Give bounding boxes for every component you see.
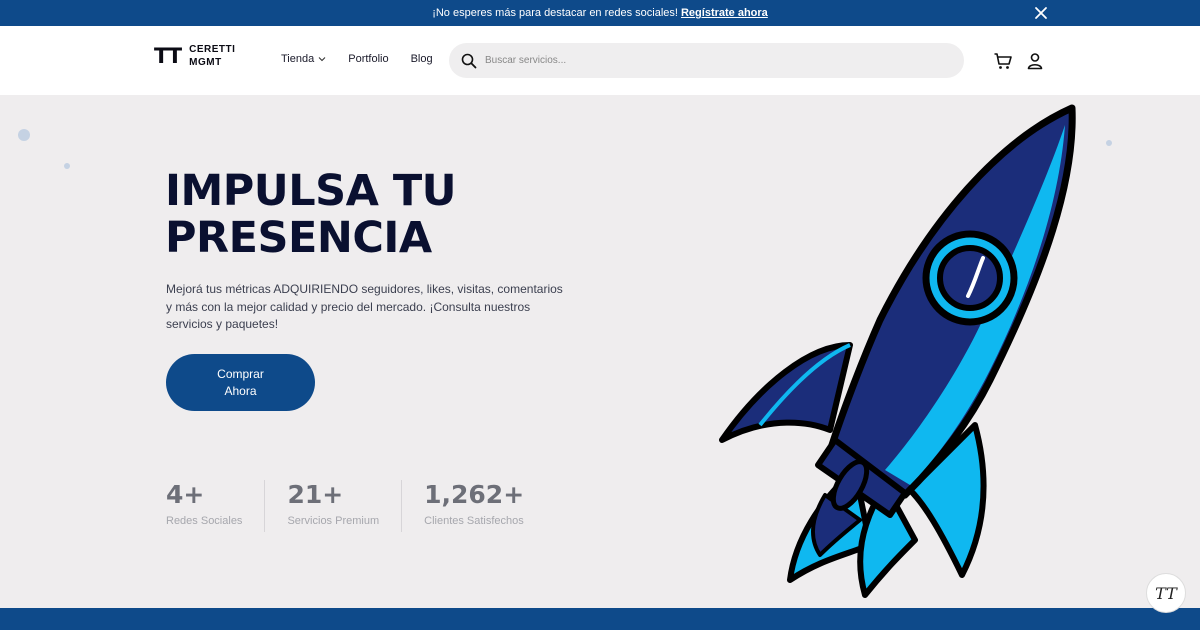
stat-item: 4+ Redes Sociales <box>166 480 266 532</box>
nav-item-tienda[interactable]: Tienda <box>281 53 326 65</box>
main-nav: Tienda Portfolio Blog <box>281 53 433 65</box>
hero-description: Mejorá tus métricas ADQUIRIENDO seguidor… <box>166 282 563 331</box>
announcement-text: ¡No esperes más para destacar en redes s… <box>432 7 678 19</box>
brand-badge[interactable]: TT <box>1146 573 1186 613</box>
stat-value: 4+ <box>166 480 205 509</box>
rocket-illustration <box>719 104 1076 598</box>
hero-title-line1: IMPULSA TU <box>165 166 457 216</box>
logo-line1: CERETTI <box>189 44 236 55</box>
close-icon[interactable] <box>1032 4 1050 22</box>
hero-title: IMPULSA TU PRESENCIA <box>165 166 457 263</box>
stat-label: Servicios Premium <box>287 515 380 527</box>
nav-label-portfolio: Portfolio <box>348 53 389 65</box>
register-link[interactable]: Regístrate ahora <box>681 7 768 19</box>
buy-now-button[interactable]: Comprar Ahora <box>166 354 315 411</box>
search-input[interactable] <box>485 55 925 66</box>
decorative-dot <box>18 129 30 141</box>
cta-line2: Ahora <box>224 383 257 398</box>
logo-text: CERETTI MGMT <box>189 43 235 69</box>
bottom-bar <box>0 608 1200 630</box>
logo-line2: MGMT <box>189 57 222 68</box>
user-icon[interactable] <box>1025 51 1045 71</box>
stat-label: Clientes Satisfechos <box>424 515 524 527</box>
stats-row: 4+ Redes Sociales 21+ Servicios Premium … <box>166 480 568 532</box>
search-bar <box>449 43 964 78</box>
stat-item: 1,262+ Clientes Satisfechos <box>424 480 546 532</box>
chevron-down-icon <box>318 57 326 62</box>
cart-icon[interactable] <box>993 51 1013 71</box>
stat-value: 21+ <box>287 480 344 509</box>
stat-label: Redes Sociales <box>166 515 243 527</box>
site-header: TT CERETTI MGMT Tienda Portfolio Blog <box>0 26 1200 95</box>
logo[interactable]: TT CERETTI MGMT <box>154 43 235 69</box>
decorative-dot <box>1106 140 1112 146</box>
stat-value: 1,262+ <box>424 480 525 509</box>
nav-item-portfolio[interactable]: Portfolio <box>348 53 388 65</box>
nav-label-tienda: Tienda <box>281 53 315 65</box>
cta-line1: Comprar <box>217 366 264 381</box>
logo-mark: TT <box>154 44 182 68</box>
nav-label-blog: Blog <box>410 53 433 65</box>
search-icon[interactable] <box>461 53 477 69</box>
hero-title-line2: PRESENCIA <box>165 213 432 263</box>
decorative-dot <box>64 163 70 169</box>
announcement-bar: ¡No esperes más para destacar en redes s… <box>0 0 1200 26</box>
nav-item-blog[interactable]: Blog <box>411 53 433 65</box>
stat-item: 21+ Servicios Premium <box>287 480 403 532</box>
